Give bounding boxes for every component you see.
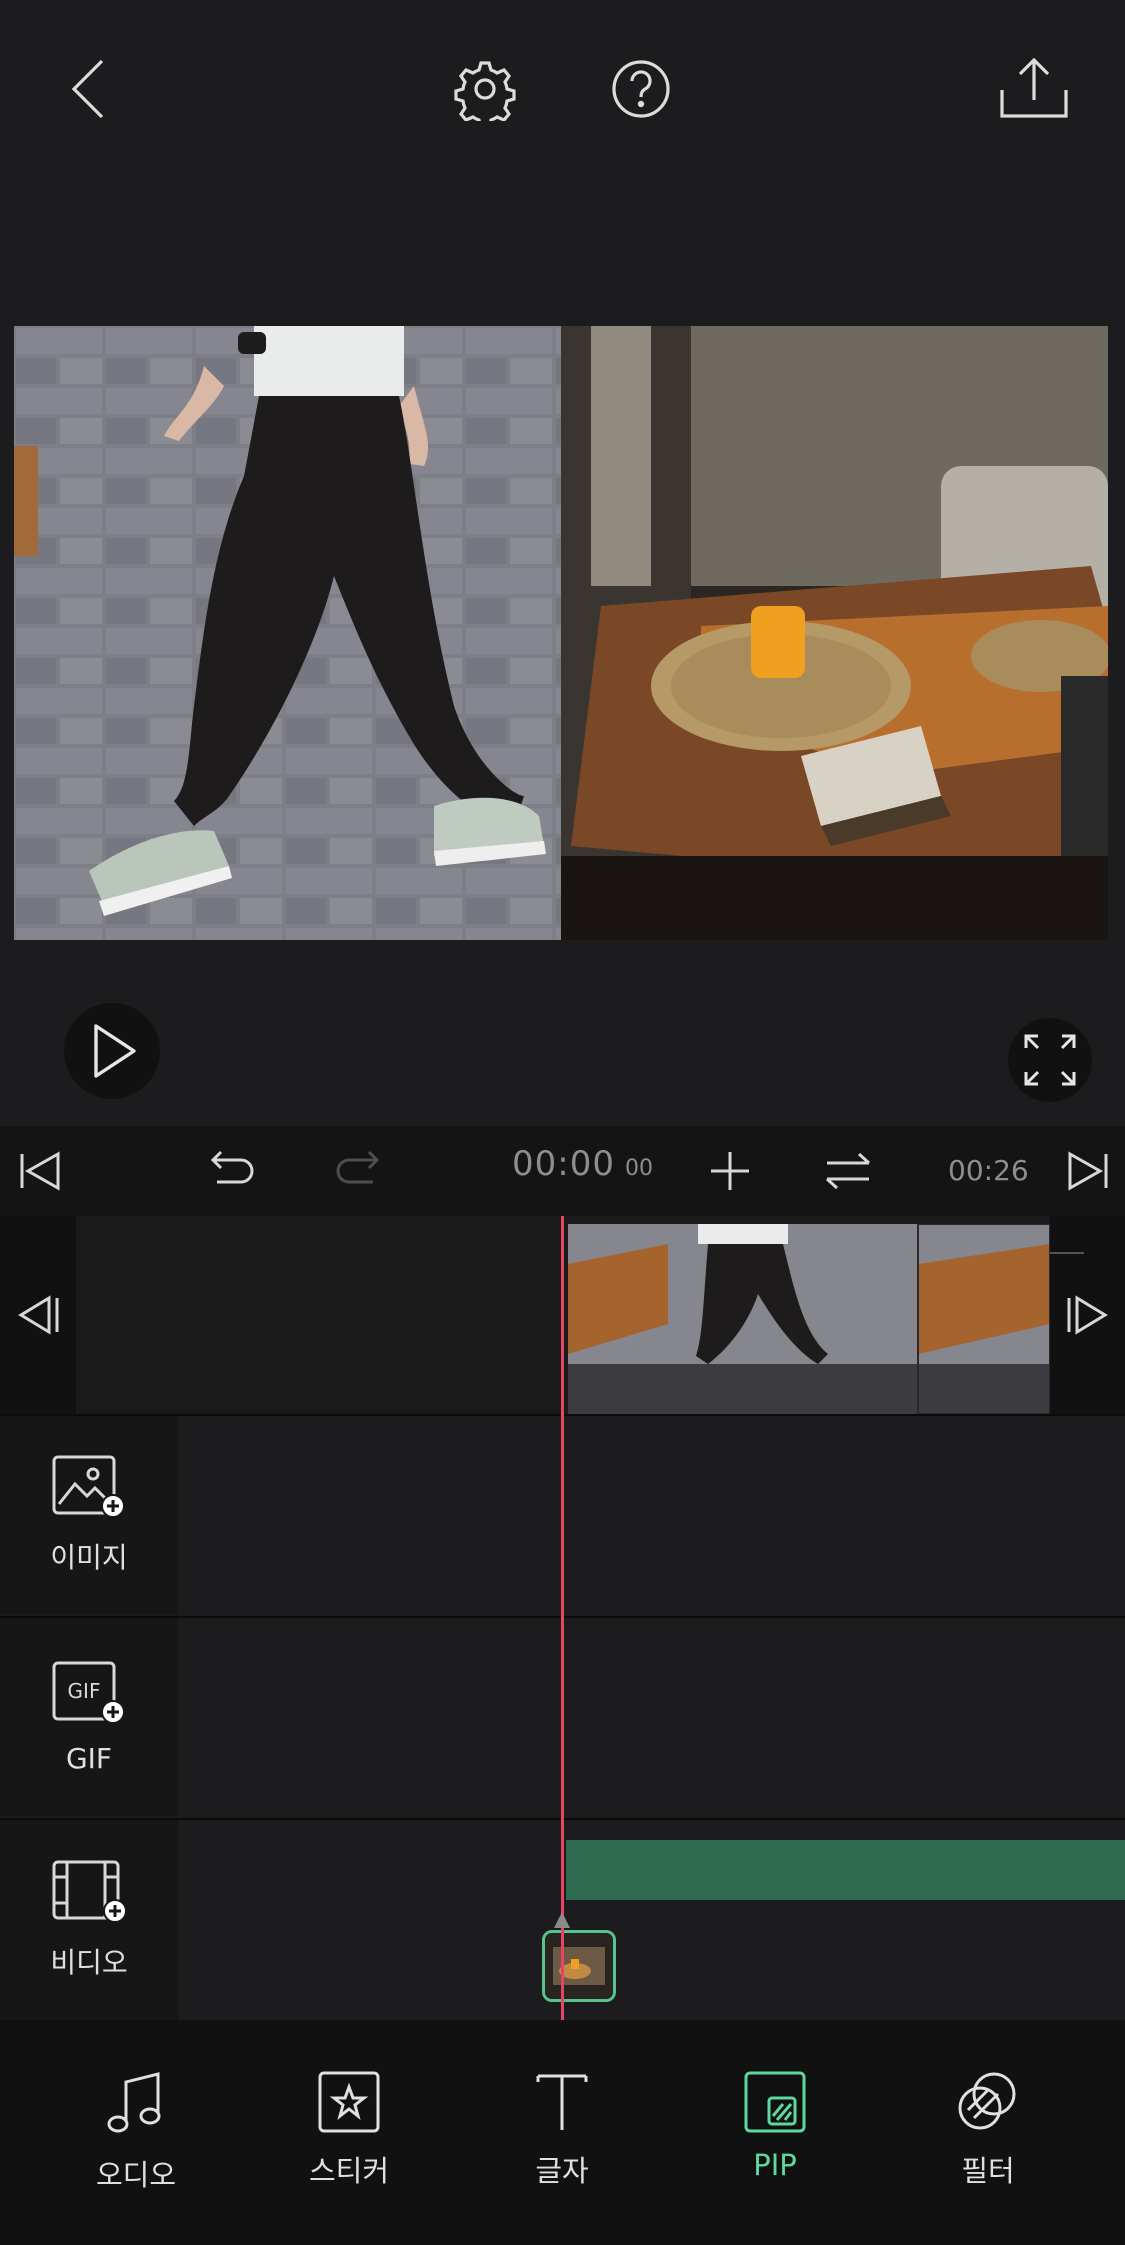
back-button[interactable] bbox=[45, 44, 135, 134]
timecode-main: 00:00 bbox=[512, 1144, 615, 1184]
gif-add-icon: GIF bbox=[52, 1661, 125, 1724]
undo-icon bbox=[210, 1150, 254, 1184]
nav-text[interactable]: 글자 bbox=[487, 2070, 637, 2190]
previous-frame-button[interactable] bbox=[0, 1216, 76, 1414]
fullscreen-button[interactable] bbox=[1008, 1018, 1092, 1102]
next-frame-button[interactable] bbox=[1050, 1216, 1125, 1414]
music-note-icon bbox=[107, 2072, 161, 2133]
bottom-tool-bar: 오디오 스티커 글자 PIP 필터 bbox=[0, 2020, 1125, 2245]
gear-icon bbox=[454, 61, 516, 121]
total-duration: 00:26 bbox=[948, 1154, 1029, 1187]
playhead[interactable] bbox=[561, 1216, 564, 2020]
skip-end-icon bbox=[1068, 1151, 1108, 1191]
video-clip-thumbnails[interactable] bbox=[568, 1224, 1050, 1414]
swap-arrows-icon bbox=[825, 1152, 871, 1190]
expand-icon bbox=[1024, 1034, 1076, 1086]
nav-audio-label: 오디오 bbox=[95, 2158, 177, 2192]
plus-icon bbox=[711, 1152, 749, 1190]
triangle-right-icon bbox=[1067, 1295, 1108, 1335]
share-upload-icon bbox=[1000, 57, 1068, 118]
help-button[interactable] bbox=[596, 44, 686, 134]
chevron-left-icon bbox=[71, 59, 104, 119]
nav-sticker-label: 스티커 bbox=[308, 2154, 390, 2188]
redo-icon bbox=[336, 1150, 380, 1184]
timeline-toolbar: 00:00 00 00:26 bbox=[0, 1126, 1125, 1216]
jump-to-start-button[interactable] bbox=[4, 1126, 74, 1216]
video-add-icon bbox=[52, 1860, 127, 1923]
pip-video-layer-bar[interactable] bbox=[566, 1840, 1125, 1900]
play-icon bbox=[94, 1024, 136, 1078]
gif-layer-label: GIF bbox=[65, 1741, 113, 1775]
filter-circles-icon bbox=[958, 2072, 1016, 2130]
pip-clip-thumbnail[interactable] bbox=[542, 1930, 616, 2002]
current-timecode: 00:00 00 bbox=[512, 1144, 653, 1198]
nav-text-label: 글자 bbox=[535, 2154, 589, 2188]
sticker-star-icon bbox=[318, 2071, 380, 2133]
add-video-layer-button[interactable]: 비디오 bbox=[0, 1820, 178, 2020]
text-t-icon bbox=[536, 2074, 588, 2130]
nav-sticker[interactable]: 스티커 bbox=[274, 2070, 424, 2190]
nav-pip-label: PIP bbox=[753, 2148, 797, 2182]
video-preview[interactable] bbox=[14, 326, 1108, 940]
skip-start-icon bbox=[20, 1151, 60, 1191]
nav-filter[interactable]: 필터 bbox=[913, 2070, 1063, 2190]
playhead-marker bbox=[554, 1912, 570, 1928]
jump-to-end-button[interactable] bbox=[1054, 1126, 1124, 1216]
gif-icon-text: GIF bbox=[68, 1679, 101, 1703]
pip-icon bbox=[744, 2071, 806, 2133]
add-image-layer-button[interactable]: 이미지 bbox=[0, 1416, 178, 1614]
undo-button[interactable] bbox=[200, 1126, 264, 1216]
settings-button[interactable] bbox=[440, 44, 530, 134]
video-layer-label: 비디오 bbox=[50, 1946, 128, 1979]
add-clip-button[interactable] bbox=[700, 1126, 760, 1216]
triangle-left-icon bbox=[18, 1295, 59, 1335]
nav-pip[interactable]: PIP bbox=[700, 2070, 850, 2182]
image-layer-label: 이미지 bbox=[50, 1541, 128, 1574]
preview-walking-frame bbox=[14, 326, 561, 940]
redo-button[interactable] bbox=[326, 1126, 390, 1216]
play-button[interactable] bbox=[64, 1003, 160, 1099]
nav-audio[interactable]: 오디오 bbox=[61, 2070, 211, 2194]
track-edge-marker bbox=[1050, 1252, 1084, 1254]
swap-clips-button[interactable] bbox=[816, 1126, 880, 1216]
image-add-icon bbox=[52, 1455, 125, 1518]
export-button[interactable] bbox=[989, 44, 1079, 134]
question-circle-icon bbox=[612, 60, 670, 118]
video-editor-screen: 00:00 00 00:26 이미지 GIF GIF 비디오 오디오 스티커 글… bbox=[0, 0, 1125, 2245]
add-gif-layer-button[interactable]: GIF GIF bbox=[0, 1618, 178, 1816]
nav-filter-label: 필터 bbox=[961, 2154, 1015, 2188]
timecode-frames: 00 bbox=[624, 1156, 653, 1181]
preview-table-frame bbox=[561, 326, 1108, 940]
